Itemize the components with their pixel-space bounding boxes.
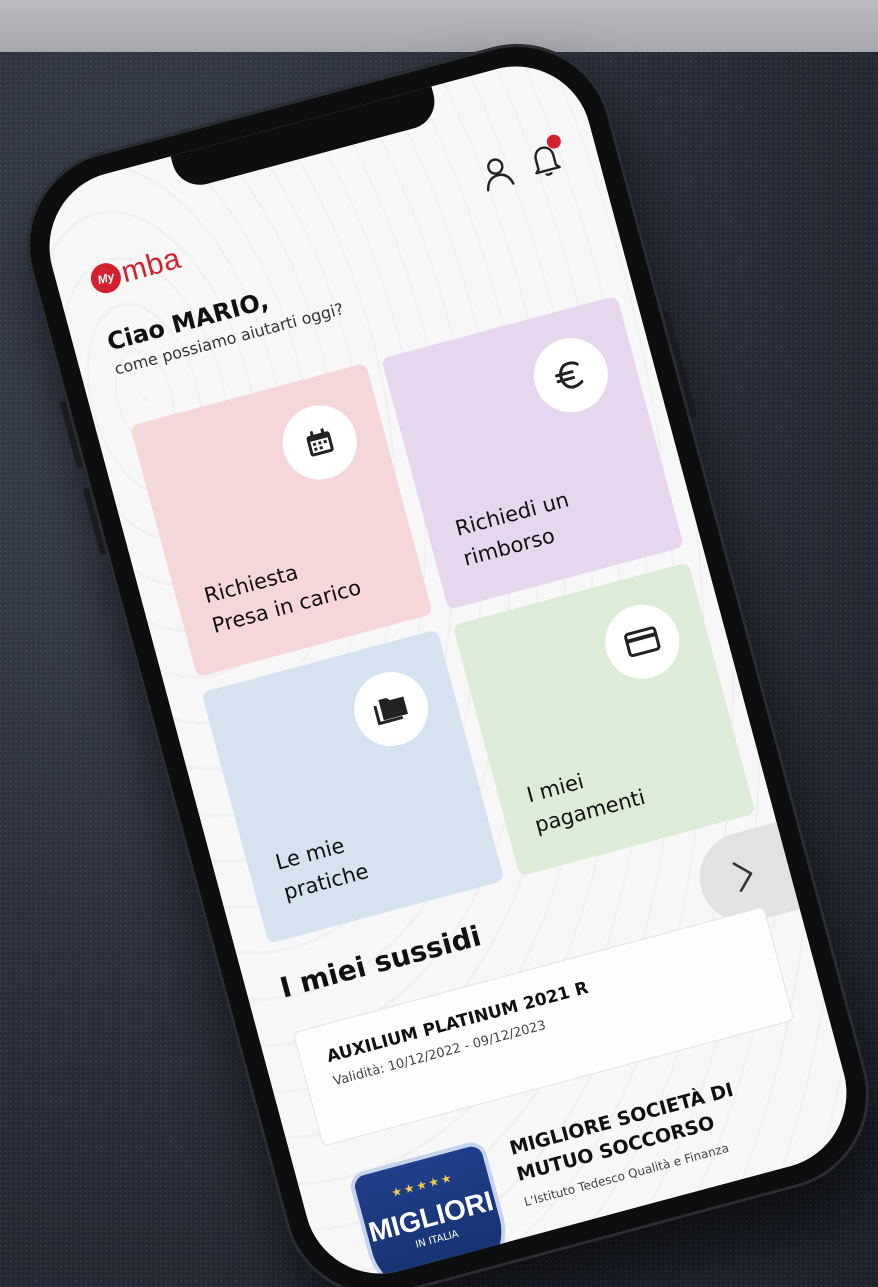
tile-richiesta-presa-in-carico[interactable]: Richiesta Presa in carico [130,362,433,678]
euro-icon [525,329,617,421]
logo-badge: My [87,259,125,297]
credit-card-icon [596,596,688,688]
tile-label: Richiedi un rimborso [452,487,572,571]
folder-icon [345,663,437,755]
calendar-icon [274,397,366,488]
tile-i-miei-pagamenti[interactable]: I miei pagamenti [452,562,756,877]
phone-screen: My mba Ciao MARIO, come possiamo aiutart… [32,49,864,1287]
chevron-right-icon [729,856,760,898]
phone-side-button [82,486,107,557]
app-logo[interactable]: My mba [87,242,185,299]
logo-text: mba [117,241,185,290]
tile-label: Richiesta Presa in carico [201,560,364,638]
phone-side-button [59,399,84,470]
bell-icon[interactable] [523,133,567,181]
tile-label: I miei pagamenti [524,769,648,837]
award-badge: ★★★★★ MIGLIORI IN ITALIA [347,1139,519,1287]
background-top-band [0,0,878,52]
smartphone: My mba Ciao MARIO, come possiamo aiutart… [5,22,878,1287]
user-icon[interactable] [475,150,519,194]
tile-richiedi-rimborso[interactable]: Richiedi un rimborso [381,295,685,610]
tile-label: Le mie pratiche [273,833,371,905]
subsidy-validity: Validità: 10/12/2022 - 09/12/2023 [331,1018,548,1090]
phone-power-button [662,310,697,419]
tile-le-mie-pratiche[interactable]: Le mie pratiche [201,629,505,944]
